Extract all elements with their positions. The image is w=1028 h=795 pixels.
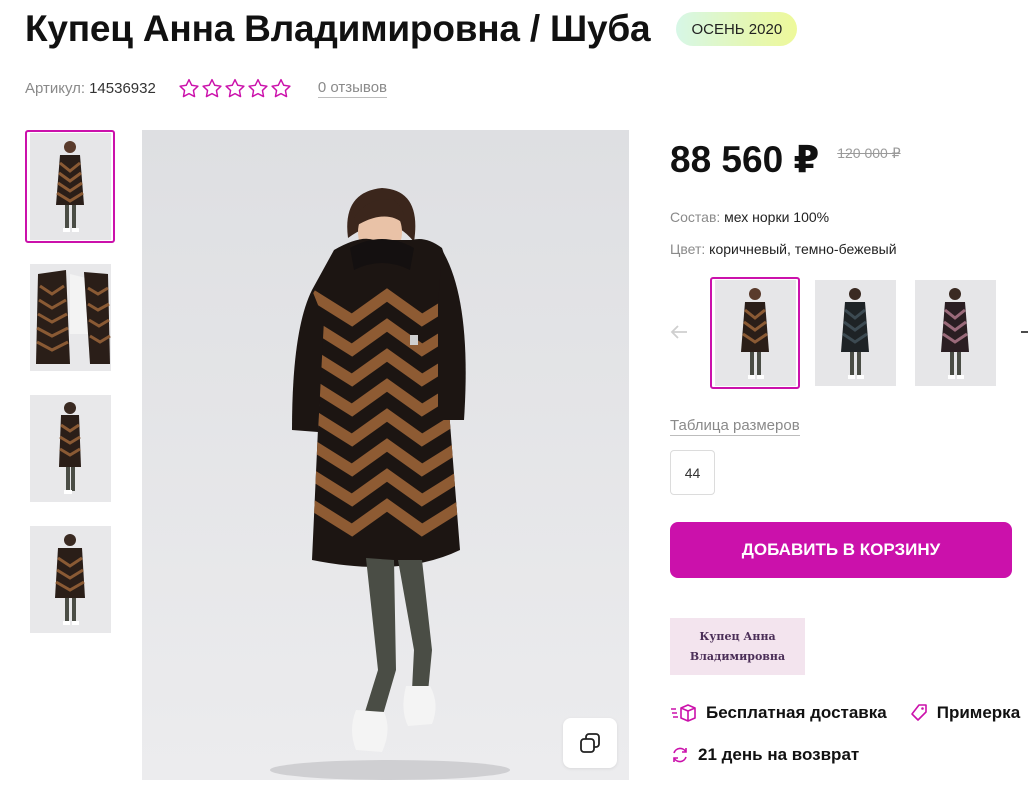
thumbnail-front[interactable] bbox=[25, 130, 115, 243]
current-price: 88 560 ₽ bbox=[670, 139, 820, 180]
brand-logo[interactable]: Купец Анна Владимировна bbox=[670, 618, 805, 675]
main-photo-image bbox=[142, 130, 629, 780]
return-icon bbox=[673, 747, 687, 763]
benefit-row: 21 день на возврат bbox=[670, 743, 1028, 767]
rating-stars[interactable] bbox=[178, 78, 293, 98]
composition: Состав: мех норки 100% bbox=[670, 209, 1028, 225]
thumbnail-image bbox=[29, 395, 111, 502]
star-icon[interactable] bbox=[178, 78, 200, 98]
star-icon[interactable] bbox=[201, 78, 223, 98]
size-table-link[interactable]: Таблица размеров bbox=[670, 417, 800, 436]
benefit-return-label: 21 день на возврат bbox=[698, 745, 860, 764]
color-option-brown[interactable] bbox=[710, 277, 800, 389]
color-option-mauve[interactable] bbox=[910, 277, 1000, 389]
color-option-image bbox=[914, 280, 996, 386]
star-icon[interactable] bbox=[247, 78, 269, 98]
star-icon[interactable] bbox=[270, 78, 292, 98]
benefit-fitting: Примерка bbox=[909, 703, 1020, 723]
tag-icon bbox=[910, 704, 927, 721]
product-title: Купец Анна Владимировна / Шуба bbox=[25, 8, 651, 49]
article-label: Артикул: bbox=[25, 79, 86, 97]
benefit-delivery: Бесплатная доставка bbox=[670, 702, 887, 724]
thumbnail-image bbox=[29, 133, 111, 240]
main-photo[interactable] bbox=[142, 130, 629, 780]
color-option-dark[interactable] bbox=[810, 277, 900, 389]
benefit-delivery-label: Бесплатная доставка bbox=[706, 703, 887, 722]
composition-label: Состав: bbox=[670, 209, 721, 225]
benefits: Бесплатная доставка Примерка 21 день на … bbox=[670, 701, 1028, 767]
title-row: Купец Анна Владимировна / Шуба ОСЕНЬ 202… bbox=[25, 8, 798, 50]
composition-value: мех норки 100% bbox=[724, 209, 830, 225]
meta-row: Артикул: 14536932 0 отзывов bbox=[25, 78, 388, 98]
price-row: 88 560 ₽ 120 000 ₽ bbox=[670, 138, 1028, 181]
color-carousel bbox=[670, 277, 1028, 389]
color-option-image bbox=[814, 280, 896, 386]
color-attr: Цвет: коричневый, темно-бежевый bbox=[670, 241, 1028, 257]
arrow-left-icon[interactable] bbox=[668, 321, 690, 343]
benefit-row: Бесплатная доставка Примерка bbox=[670, 701, 1028, 725]
color-option-image bbox=[714, 280, 796, 386]
copy-icon bbox=[580, 733, 600, 753]
product-info: 88 560 ₽ 120 000 ₽ Состав: мех норки 100… bbox=[670, 130, 1028, 785]
brand-logo-line1: Купец Анна bbox=[699, 629, 776, 643]
thumbnail-image bbox=[29, 264, 111, 371]
season-badge: ОСЕНЬ 2020 bbox=[676, 12, 798, 46]
add-to-cart-button[interactable]: ДОБАВИТЬ В КОРЗИНУ bbox=[670, 522, 1012, 578]
thumbnail-list bbox=[25, 130, 115, 654]
color-value: коричневый, темно-бежевый bbox=[709, 241, 897, 257]
benefit-return: 21 день на возврат bbox=[670, 745, 859, 765]
article-value: 14536932 bbox=[89, 79, 156, 97]
thumbnail-image bbox=[29, 526, 111, 633]
arrow-right-icon[interactable] bbox=[1018, 321, 1028, 343]
thumbnail-side[interactable] bbox=[25, 392, 115, 505]
copy-button[interactable] bbox=[563, 718, 617, 768]
color-label: Цвет: bbox=[670, 241, 706, 257]
brand-logo-line2: Владимировна bbox=[689, 649, 786, 663]
star-icon[interactable] bbox=[224, 78, 246, 98]
thumbnail-back[interactable] bbox=[25, 523, 115, 636]
thumbnail-open-lining[interactable] bbox=[25, 261, 115, 374]
benefit-fitting-label: Примерка bbox=[936, 703, 1021, 722]
delivery-box-icon bbox=[671, 704, 696, 722]
size-option-44[interactable]: 44 bbox=[670, 450, 715, 495]
reviews-link[interactable]: 0 отзывов bbox=[317, 79, 388, 98]
old-price: 120 000 ₽ bbox=[837, 145, 901, 161]
